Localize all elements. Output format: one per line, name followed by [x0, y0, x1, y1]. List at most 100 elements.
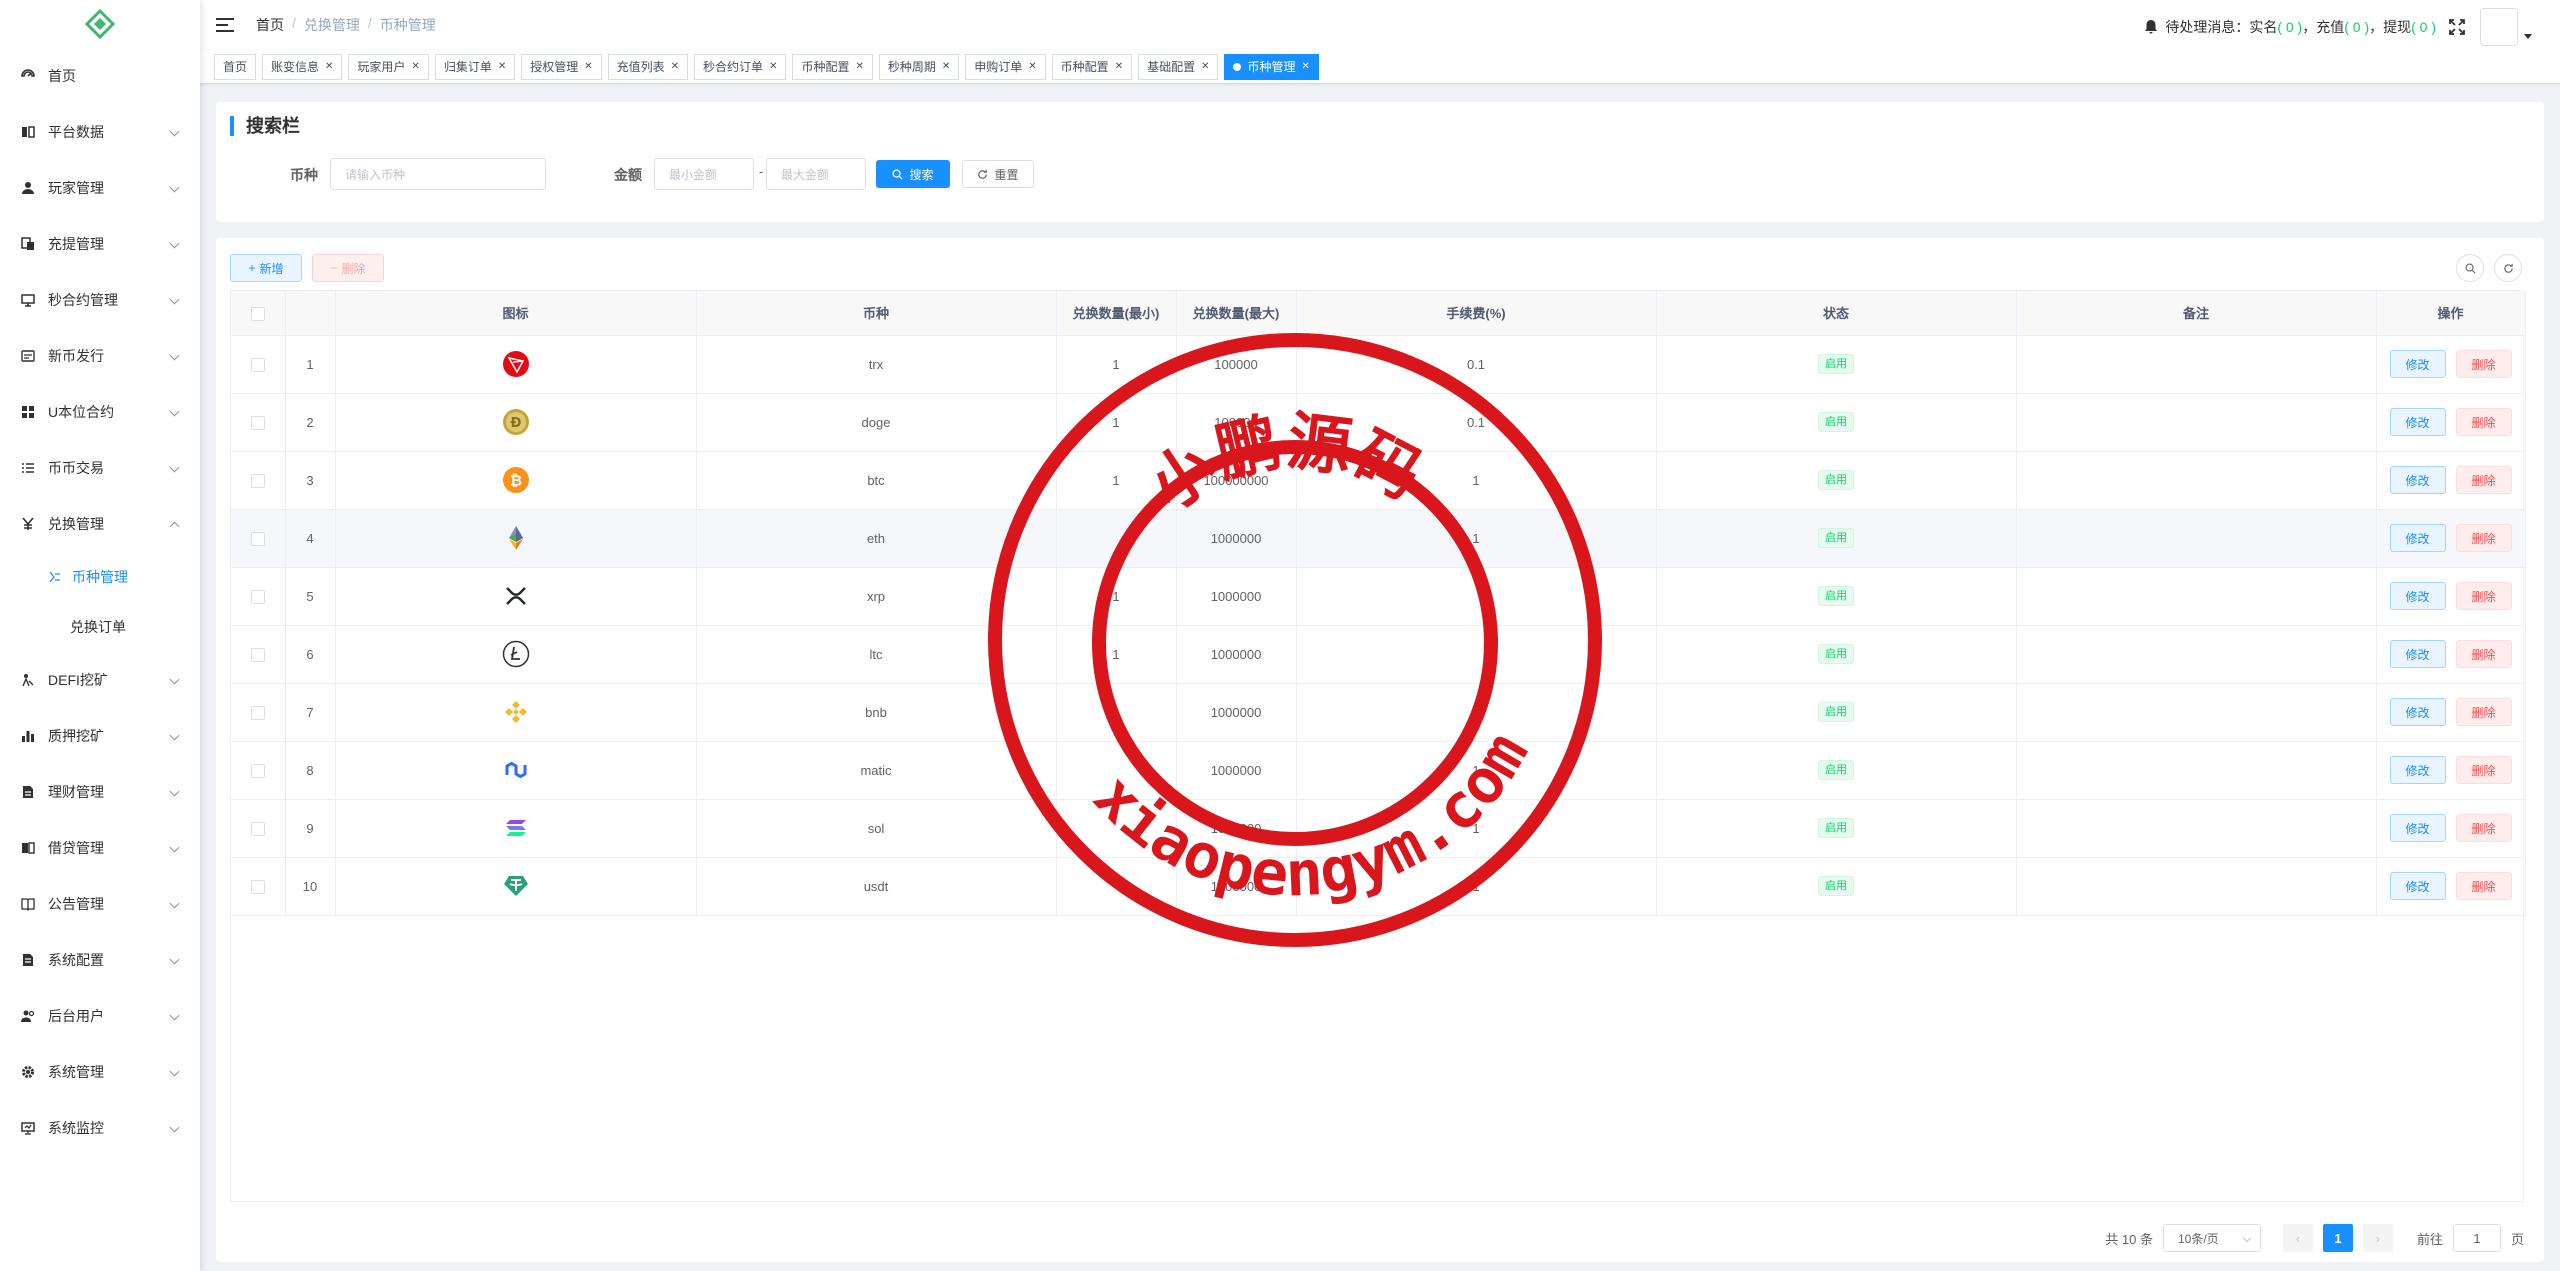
breadcrumb-exchange[interactable]: 兑换管理 [304, 15, 360, 35]
table-row[interactable]: 4 eth 1000000 1 启用 修改 删除 [231, 509, 2526, 568]
table-row[interactable]: 6 ltc 1 1000000 启用 修改 删除 [231, 625, 2526, 684]
table-row[interactable]: 7 bnb 1 1000000 启用 修改 删除 [231, 683, 2526, 742]
sidebar-item-0[interactable]: 首页 [0, 48, 200, 104]
table-row[interactable]: 3 ₿ btc 1 100000000 1 启用 修改 删除 [231, 451, 2526, 510]
tag-1[interactable]: 账变信息 ✕ [262, 53, 343, 80]
row-checkbox[interactable] [250, 415, 265, 430]
submenu-item-coin-manage[interactable]: 币种管理 [0, 552, 200, 602]
logo[interactable] [0, 0, 200, 48]
min-amount-input[interactable]: 最小金额 [654, 158, 754, 190]
page-size-select[interactable]: 10条/页 [2162, 1224, 2261, 1252]
sidebar-item-8[interactable]: 兑换管理 [0, 496, 200, 552]
row-checkbox[interactable] [250, 531, 265, 546]
close-icon[interactable]: ✕ [411, 61, 419, 72]
delete-button[interactable]: 删除 [2455, 524, 2512, 552]
sidebar-item-b4[interactable]: 公告管理 [0, 876, 200, 932]
close-icon[interactable]: ✕ [1302, 61, 1310, 72]
delete-button[interactable]: 删除 [2455, 466, 2512, 494]
tag-5[interactable]: 充值列表 ✕ [607, 53, 689, 80]
toggle-search-button[interactable] [2456, 254, 2484, 282]
row-checkbox[interactable] [250, 357, 265, 372]
delete-button[interactable]: 删除 [2455, 756, 2512, 784]
sidebar-item-3[interactable]: 充提管理 [0, 216, 200, 272]
row-checkbox[interactable] [250, 705, 265, 720]
tag-2[interactable]: 玩家用户 ✕ [348, 53, 429, 80]
sidebar-item-5[interactable]: 新币发行 [0, 328, 200, 384]
sidebar-item-4[interactable]: 秒合约管理 [0, 272, 200, 328]
close-icon[interactable]: ✕ [498, 61, 506, 72]
page-number-1[interactable]: 1 [2322, 1224, 2353, 1252]
row-checkbox[interactable] [250, 473, 265, 488]
coin-input[interactable]: 请输入币种 [330, 158, 546, 190]
tag-7[interactable]: 币种配置 ✕ [792, 53, 873, 80]
delete-button[interactable]: 删除 [2455, 814, 2512, 842]
sidebar-item-b6[interactable]: 后台用户 [0, 988, 200, 1044]
refresh-table-button[interactable] [2494, 254, 2522, 282]
edit-button[interactable]: 修改 [2389, 524, 2446, 552]
goto-page-input[interactable]: 1 [2452, 1224, 2501, 1252]
max-amount-input[interactable]: 最大金额 [766, 158, 866, 190]
tag-8[interactable]: 秒种周期 ✕ [878, 53, 960, 80]
close-icon[interactable]: ✕ [325, 61, 333, 72]
table-row[interactable]: 8 matic 1000000 1 启用 修改 删除 [231, 741, 2526, 800]
row-checkbox[interactable] [250, 647, 265, 662]
fullscreen-icon[interactable] [2448, 18, 2466, 36]
hamburger-icon[interactable] [216, 18, 234, 32]
sidebar-item-b1[interactable]: 质押挖矿 [0, 708, 200, 764]
tag-9[interactable]: 申购订单 ✕ [965, 53, 1046, 80]
sidebar-item-b3[interactable]: 借贷管理 [0, 820, 200, 876]
edit-button[interactable]: 修改 [2389, 872, 2446, 900]
close-icon[interactable]: ✕ [1028, 61, 1036, 72]
sidebar-item-2[interactable]: 玩家管理 [0, 160, 200, 216]
tag-11[interactable]: 基础配置 ✕ [1138, 53, 1219, 80]
sidebar-item-1[interactable]: 平台数据 [0, 104, 200, 160]
table-row[interactable]: 5 xrp 1 1000000 启用 修改 删除 [231, 567, 2526, 626]
table-row[interactable]: 1 trx 1 100000 0.1 启用 修改 删除 [231, 335, 2526, 394]
table-row[interactable]: 9 sol 1000000 1 启用 修改 删除 [231, 799, 2526, 858]
tag-0[interactable]: 首页 [214, 53, 257, 80]
tag-4[interactable]: 授权管理 ✕ [521, 53, 602, 80]
delete-button[interactable]: 删除 [2455, 640, 2512, 668]
tag-10[interactable]: 币种配置 ✕ [1051, 53, 1133, 80]
tag-6[interactable]: 秒合约订单 ✕ [694, 53, 787, 80]
close-icon[interactable]: ✕ [671, 61, 679, 72]
edit-button[interactable]: 修改 [2389, 582, 2446, 610]
sidebar-item-7[interactable]: 币币交易 [0, 440, 200, 496]
close-icon[interactable]: ✕ [584, 61, 592, 72]
delete-button[interactable]: 删除 [2455, 582, 2512, 610]
table-row[interactable]: 2 Ðdoge 1 100000 0.1 启用 修改 删除 [231, 393, 2526, 452]
delete-button[interactable]: 删除 [2455, 872, 2512, 900]
row-checkbox[interactable] [250, 821, 265, 836]
row-checkbox[interactable] [250, 589, 265, 604]
sidebar-item-b5[interactable]: 系统配置 [0, 932, 200, 988]
edit-button[interactable]: 修改 [2389, 640, 2446, 668]
close-icon[interactable]: ✕ [1115, 61, 1123, 72]
avatar[interactable] [2480, 8, 2518, 46]
sidebar-item-6[interactable]: U本位合约 [0, 384, 200, 440]
sidebar-item-b0[interactable]: DEFI挖矿 [0, 652, 200, 708]
edit-button[interactable]: 修改 [2389, 408, 2446, 436]
delete-button[interactable]: 删除 [2455, 350, 2512, 378]
avatar-caret-icon[interactable] [2524, 33, 2532, 39]
sidebar-item-b8[interactable]: 系统监控 [0, 1100, 200, 1156]
sidebar-item-b7[interactable]: 系统管理 [0, 1044, 200, 1100]
sidebar-item-b2[interactable]: 理财管理 [0, 764, 200, 820]
close-icon[interactable]: ✕ [1201, 61, 1209, 72]
delete-button[interactable]: 删除 [2455, 698, 2512, 726]
next-page-button[interactable]: › [2362, 1224, 2393, 1252]
prev-page-button[interactable]: ‹ [2282, 1224, 2313, 1252]
row-checkbox[interactable] [250, 763, 265, 778]
delete-button[interactable]: 删除 [2455, 408, 2512, 436]
pending-notice[interactable]: 待处理消息：实名( 0 )，充值( 0 )，提现( 0 ) [2143, 17, 2436, 37]
tag-3[interactable]: 归集订单 ✕ [434, 53, 516, 80]
search-button[interactable]: 搜索 [876, 160, 950, 188]
submenu-item-exchange-order[interactable]: 兑换订单 [0, 602, 200, 652]
close-icon[interactable]: ✕ [855, 61, 863, 72]
batch-delete-button[interactable]: − 删除 [312, 254, 384, 282]
edit-button[interactable]: 修改 [2389, 814, 2446, 842]
edit-button[interactable]: 修改 [2389, 466, 2446, 494]
reset-button[interactable]: 重置 [962, 160, 1034, 188]
close-icon[interactable]: ✕ [942, 61, 950, 72]
edit-button[interactable]: 修改 [2389, 698, 2446, 726]
add-button[interactable]: + 新增 [230, 254, 302, 282]
